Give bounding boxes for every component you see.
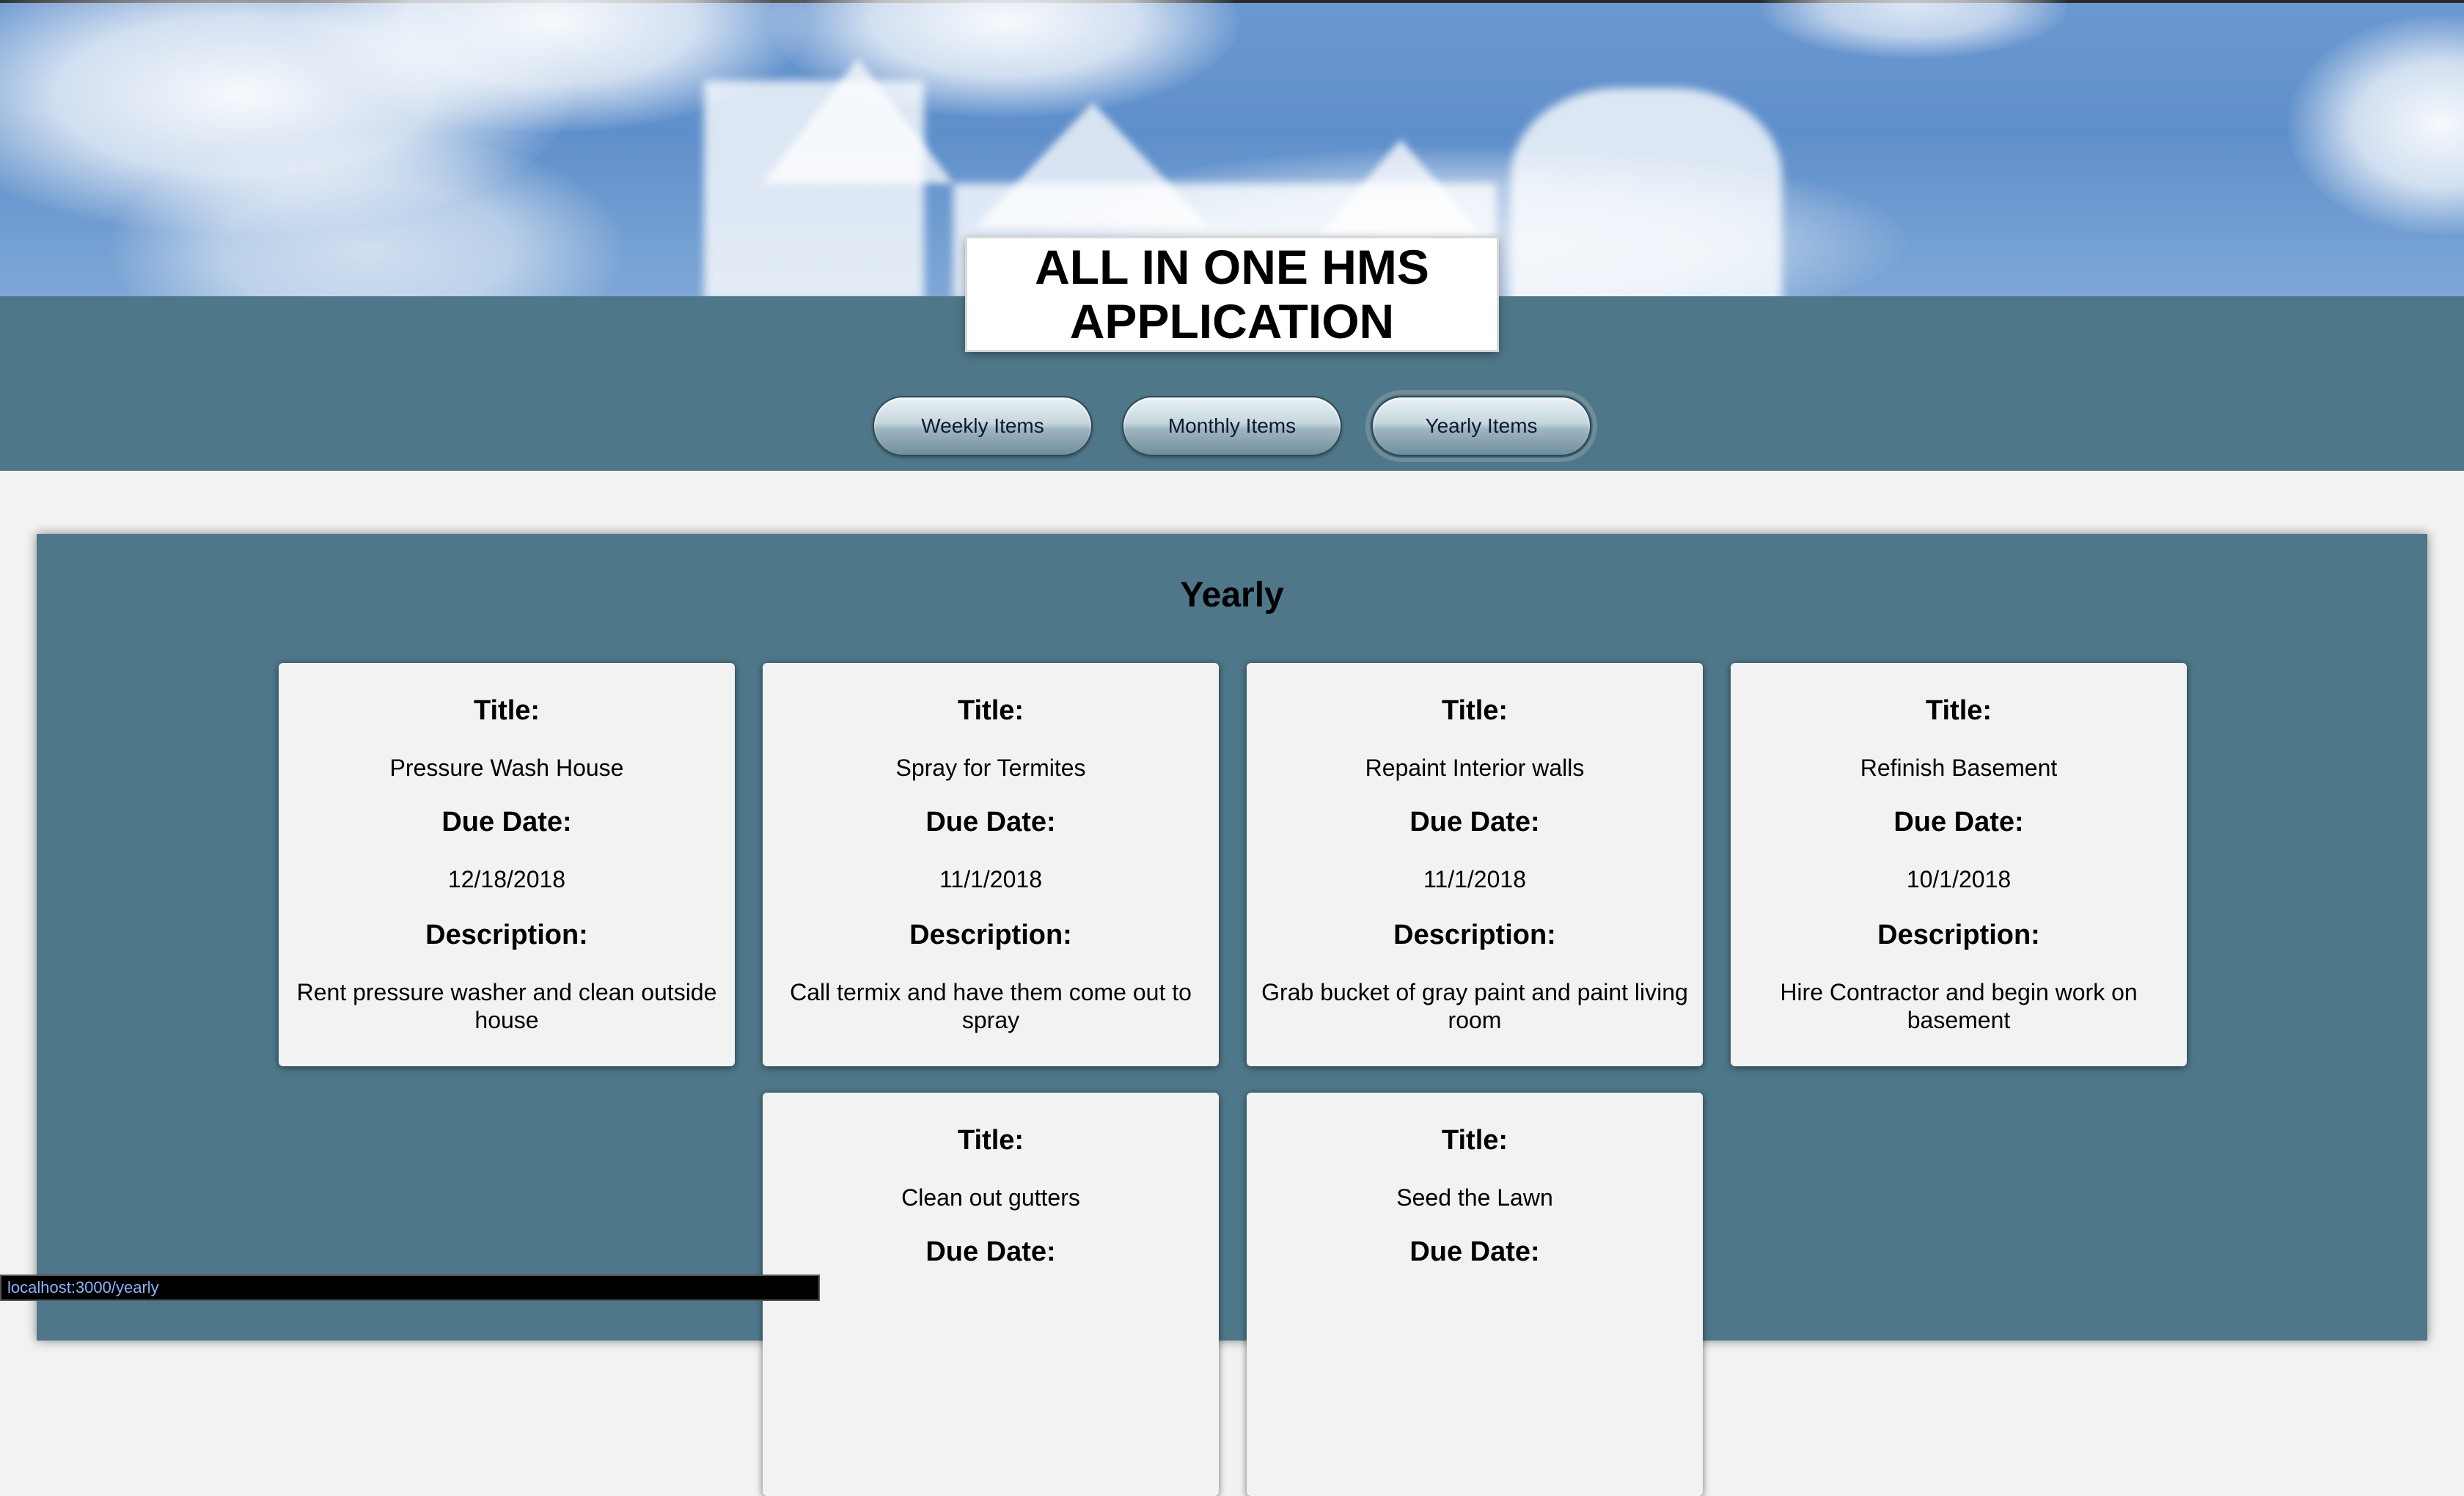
cloud [1760, 0, 2068, 59]
monthly-items-button[interactable]: Monthly Items [1122, 396, 1342, 456]
item-card: Title: Seed the Lawn Due Date: [1247, 1093, 1703, 1496]
item-due-date: 10/1/2018 [1906, 866, 2012, 892]
item-card: Title: Repaint Interior walls Due Date: … [1247, 663, 1703, 1066]
weekly-items-button[interactable]: Weekly Items [873, 396, 1093, 456]
due-date-label: Due Date: [925, 1236, 1056, 1267]
title-label: Title: [473, 695, 540, 726]
yearly-panel: Yearly Title: Pressure Wash House Due Da… [37, 534, 2427, 1496]
description-label: Description: [909, 920, 1072, 950]
title-label: Title: [957, 695, 1024, 726]
title-label: Title: [1441, 695, 1508, 726]
description-label: Description: [425, 920, 588, 950]
item-title: Pressure Wash House [389, 755, 624, 781]
main-nav: Weekly Items Monthly Items Yearly Items [0, 390, 2464, 462]
item-description: Grab bucket of gray paint and paint livi… [1261, 979, 1688, 1033]
cloud [2288, 15, 2464, 235]
app-title: ALL IN ONE HMS APPLICATION [1035, 240, 1429, 348]
due-date-label: Due Date: [1409, 1236, 1540, 1267]
item-card: Title: Clean out gutters Due Date: [763, 1093, 1219, 1496]
cloud-house [704, 81, 924, 296]
title-label: Title: [1925, 695, 1992, 726]
cloud-house [1511, 88, 1782, 296]
app-title-box: ALL IN ONE HMS APPLICATION [965, 236, 1499, 352]
due-date-label: Due Date: [925, 807, 1056, 837]
item-title: Seed the Lawn [1396, 1184, 1553, 1211]
title-label: Title: [1441, 1125, 1508, 1156]
item-title: Spray for Termites [895, 755, 1086, 781]
title-label: Title: [957, 1125, 1024, 1156]
item-description: Rent pressure washer and clean outside h… [296, 979, 717, 1033]
item-title: Clean out gutters [901, 1184, 1080, 1211]
item-card: Title: Spray for Termites Due Date: 11/1… [763, 663, 1219, 1066]
item-due-date: 11/1/2018 [939, 866, 1042, 892]
due-date-label: Due Date: [1409, 807, 1540, 837]
item-due-date: 11/1/2018 [1423, 866, 1526, 892]
item-card: Title: Pressure Wash House Due Date: 12/… [279, 663, 735, 1066]
browser-status-bar: localhost:3000/yearly [0, 1275, 820, 1301]
item-card: Title: Refinish Basement Due Date: 10/1/… [1731, 663, 2187, 1066]
item-due-date: 12/18/2018 [447, 866, 566, 892]
item-title: Repaint Interior walls [1365, 755, 1585, 781]
item-description: Hire Contractor and begin work on baseme… [1780, 979, 2138, 1033]
due-date-label: Due Date: [441, 807, 572, 837]
item-description: Call termix and have them come out to sp… [790, 979, 1192, 1033]
yearly-items-button[interactable]: Yearly Items [1365, 390, 1597, 462]
description-label: Description: [1393, 920, 1556, 950]
due-date-label: Due Date: [1893, 807, 2024, 837]
item-title: Refinish Basement [1860, 755, 2058, 781]
section-heading: Yearly [1180, 576, 1284, 615]
cloud-house-roof [1320, 139, 1481, 235]
description-label: Description: [1877, 920, 2040, 950]
